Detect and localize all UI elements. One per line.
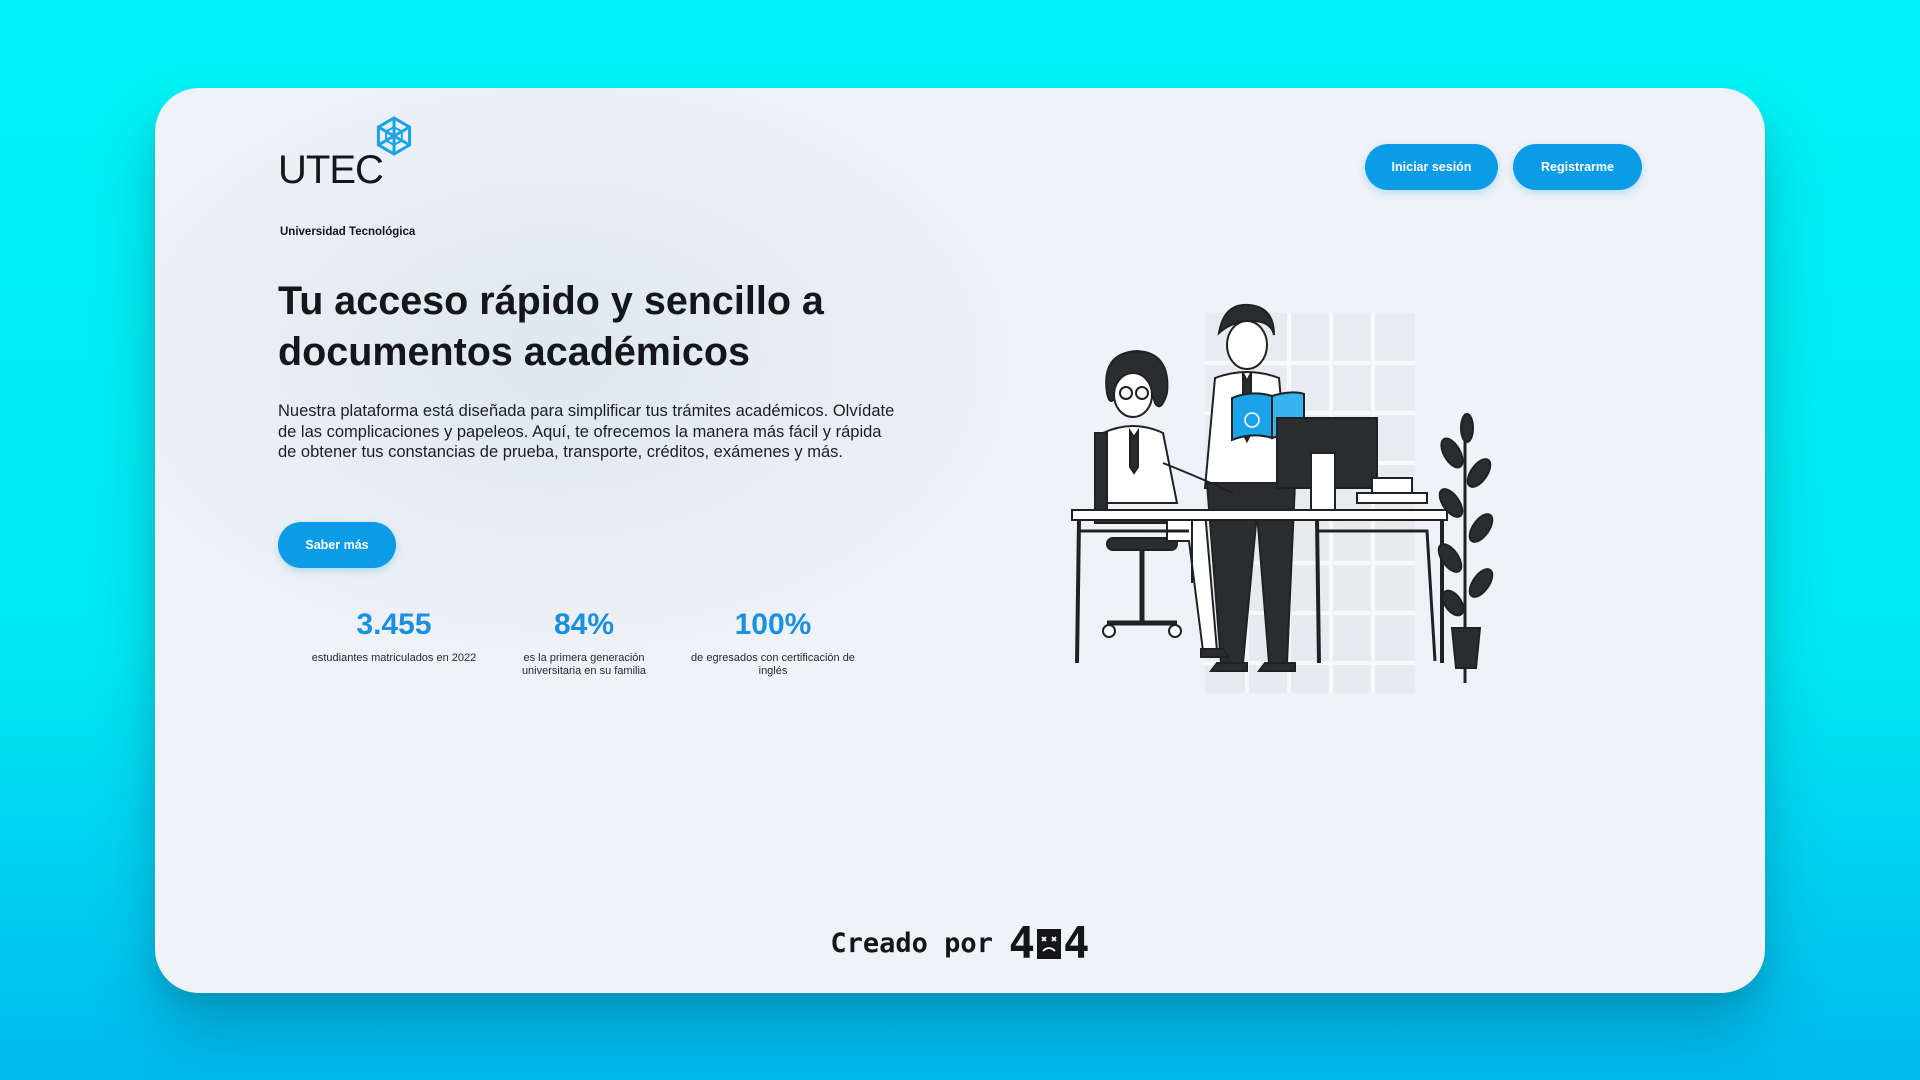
stat-label: de egresados con certificación de inglés [691,652,855,677]
stat-label: es la primera generación universitaria e… [521,652,647,677]
sad-face-icon [1037,928,1062,959]
learn-more-button[interactable]: Saber más [278,522,396,568]
stat-label: estudiantes matriculados en 2022 [311,652,477,664]
landing-card: UTEC Universidad Tecnológica Iniciar ses… [155,88,1765,993]
hero-title: Tu acceso rápido y sencillo a documentos… [278,279,824,374]
office-workers-illustration [1071,303,1494,693]
credit-text: Creado por [830,928,993,959]
logo-wordmark: UTEC [278,148,384,192]
login-button[interactable]: Iniciar sesión [1365,144,1498,190]
utec-logo[interactable]: UTEC Universidad Tecnológica [278,116,428,238]
register-button[interactable]: Registrarme [1513,144,1642,190]
footer-credit: Creado por 4 4 [155,918,1765,969]
logo-subtitle: Universidad Tecnológica [280,226,416,238]
stat-students: 3.455 estudiantes matriculados en 2022 [309,608,479,665]
404-digit-right: 4 [1063,918,1090,969]
stat-english-certification: 100% de egresados con certificación de i… [688,608,858,678]
hero-description: Nuestra plataforma está diseñada para si… [278,402,895,461]
stat-value: 3.455 [356,608,432,641]
stat-value: 84% [553,608,615,641]
stat-value: 100% [734,608,812,641]
stat-first-generation: 84% es la primera generación universitar… [499,608,669,678]
404-digit-left: 4 [1008,918,1036,969]
404-logo[interactable]: 4 4 [1009,918,1090,969]
